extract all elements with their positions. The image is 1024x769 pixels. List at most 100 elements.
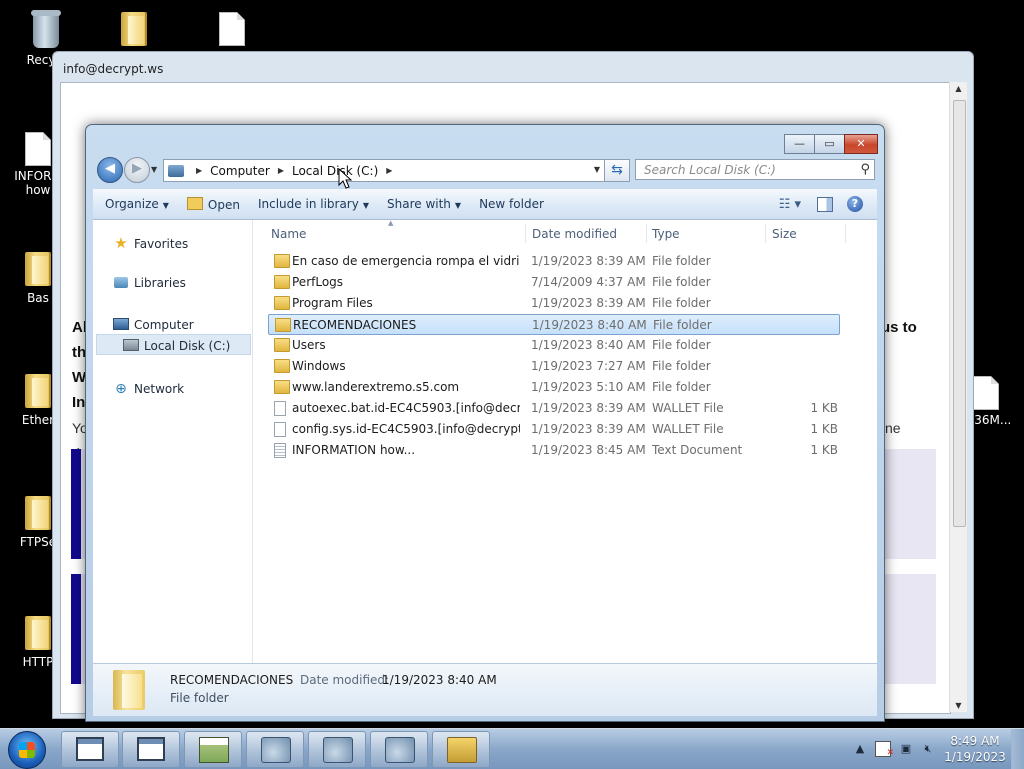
table-row[interactable]: www.landerextremo.s5.com 1/19/2023 5:10 A… [268, 377, 840, 398]
taskbar-app-window[interactable] [61, 731, 119, 768]
open-button[interactable]: Open [186, 196, 240, 212]
back-button[interactable]: ◀ [97, 157, 123, 183]
folder-icon [274, 275, 290, 289]
network-status-icon[interactable]: ▣ [899, 742, 913, 756]
table-row[interactable]: config.sys.id-EC4C5903.[info@decrypt.w..… [268, 419, 840, 440]
column-header-date[interactable]: Date modified [532, 227, 617, 241]
taskbar-app-installer[interactable] [308, 731, 366, 768]
recycle-bin-icon [29, 8, 63, 50]
table-row[interactable]: Users 1/19/2023 8:40 AM File folder [268, 335, 840, 356]
system-tray: ▲ ▣ 🔇︎ 8:49 AM 1/19/2023 [849, 729, 1024, 769]
refresh-button[interactable]: ⇆ [604, 159, 630, 182]
include-in-library-button[interactable]: Include in library ▼ [258, 197, 369, 211]
column-divider[interactable] [646, 224, 647, 243]
column-divider[interactable] [765, 224, 766, 243]
file-type: File folder [652, 380, 711, 394]
table-row[interactable]: autoexec.bat.id-EC4C5903.[info@decrypt..… [268, 398, 840, 419]
start-button[interactable] [8, 731, 46, 769]
clock[interactable]: 8:49 AM 1/19/2023 [939, 733, 1011, 765]
folder-icon [274, 359, 290, 373]
file-type: WALLET File [652, 422, 724, 436]
explorer-window[interactable]: — ▭ ✕ ◀ ▶ ▼ ▶ Computer ▶ Local Disk (C:)… [85, 124, 885, 722]
search-icon[interactable]: ⚲ [860, 162, 870, 177]
details-type: File folder [170, 691, 229, 705]
desktop-icon-folder[interactable] [96, 8, 172, 51]
table-row[interactable]: Program Files 1/19/2023 8:39 AM File folde… [268, 293, 840, 314]
folder-icon [274, 296, 290, 310]
nav-item-local-disk[interactable]: Local Disk (C:) [123, 339, 230, 353]
action-center-icon[interactable] [875, 741, 894, 760]
taskbar-app-explorer[interactable] [432, 731, 490, 768]
column-header-size[interactable]: Size [772, 227, 797, 241]
nav-label: Network [134, 382, 185, 396]
nav-item-libraries[interactable]: Libraries [113, 276, 186, 290]
folder-icon [275, 318, 291, 332]
search-input[interactable]: Search Local Disk (C:) ⚲ [635, 159, 875, 180]
help-icon[interactable]: ? [847, 196, 863, 212]
taskbar: ▲ ▣ 🔇︎ 8:49 AM 1/19/2023 [0, 728, 1024, 769]
forward-button[interactable]: ▶ [124, 157, 150, 183]
table-row[interactable]: RECOMENDACIONES 1/19/2023 8:40 AM File fol… [268, 314, 840, 335]
scrollbar-thumb[interactable] [953, 100, 966, 527]
table-row[interactable]: Windows 1/19/2023 7:27 AM File folder [268, 356, 840, 377]
file-size: 1 KB [810, 443, 838, 457]
file-date: 7/14/2009 4:37 AM [531, 275, 646, 289]
taskbar-app-installer[interactable] [370, 731, 428, 768]
share-label: Share with [387, 197, 451, 211]
recent-pages-dropdown-icon[interactable]: ▼ [151, 165, 157, 174]
maximize-button[interactable]: ▭ [814, 134, 845, 154]
new-folder-button[interactable]: New folder [479, 197, 544, 211]
window-title: info@decrypt.ws [63, 62, 164, 76]
computer-icon [113, 318, 129, 330]
file-type: File folder [652, 359, 711, 373]
refresh-icon: ⇆ [611, 162, 623, 178]
file-date: 1/19/2023 8:39 AM [531, 401, 646, 415]
column-divider[interactable] [845, 224, 846, 243]
chevron-down-icon[interactable]: ▼ [594, 165, 600, 174]
file-name: autoexec.bat.id-EC4C5903.[info@decrypt..… [292, 401, 520, 415]
file-name: INFORMATION how... [292, 443, 416, 457]
table-row[interactable]: En caso de emergencia rompa el vidrio!!!… [268, 251, 840, 272]
breadcrumb-local-disk[interactable]: Local Disk (C:) [292, 164, 378, 178]
network-icon: ⊕ [115, 381, 127, 397]
folder-icon [274, 254, 290, 268]
nav-item-computer[interactable]: Computer [113, 318, 194, 332]
desktop-icon-document[interactable] [194, 12, 270, 49]
minimize-button[interactable]: — [784, 134, 815, 154]
column-header-type[interactable]: Type [652, 227, 680, 241]
show-desktop-button[interactable] [1011, 729, 1024, 769]
document-icon [219, 12, 245, 46]
close-button[interactable]: ✕ [844, 134, 878, 154]
navigation-pane: ★ Favorites Libraries Computer Local Disk… [93, 220, 253, 663]
column-header-name[interactable]: Name [271, 227, 306, 241]
installer-icon [323, 737, 353, 763]
chevron-right-icon[interactable]: ▶ [386, 166, 392, 175]
chevron-right-icon[interactable]: ▶ [278, 166, 284, 175]
taskbar-app-spreadsheet[interactable] [184, 731, 242, 768]
volume-muted-icon[interactable]: 🔇︎ [921, 742, 935, 756]
address-bar[interactable]: ▶ Computer ▶ Local Disk (C:) ▶ ▼ [163, 159, 605, 182]
taskbar-app-installer[interactable] [246, 731, 304, 768]
column-divider[interactable] [525, 224, 526, 243]
nav-label: Favorites [134, 237, 189, 251]
scroll-down-icon[interactable]: ▼ [950, 701, 967, 710]
share-with-button[interactable]: Share with ▼ [387, 197, 461, 211]
nav-item-favorites[interactable]: ★ Favorites [113, 234, 188, 252]
organize-button[interactable]: Organize ▼ [105, 197, 169, 211]
file-type: File folder [652, 296, 711, 310]
show-hidden-icons-icon[interactable]: ▲ [853, 742, 867, 756]
nav-item-network[interactable]: ⊕ Network [113, 381, 184, 397]
vertical-scrollbar[interactable]: ▲ ▼ [949, 82, 967, 712]
spreadsheet-icon [199, 737, 229, 763]
table-row[interactable]: INFORMATION how... 1/19/2023 8:45 AM Text … [268, 440, 840, 461]
change-view-icon[interactable]: ☷ ▾ [779, 197, 801, 212]
breadcrumb-computer[interactable]: Computer [210, 164, 270, 178]
table-row[interactable]: PerfLogs 7/14/2009 4:37 AM File folder [268, 272, 840, 293]
preview-pane-icon[interactable] [817, 196, 833, 212]
scroll-up-icon[interactable]: ▲ [950, 84, 967, 93]
chevron-down-icon: ▼ [362, 201, 369, 210]
installer-icon [261, 737, 291, 763]
chevron-right-icon[interactable]: ▶ [196, 166, 202, 175]
file-type: File folder [652, 338, 711, 352]
taskbar-app-window[interactable] [122, 731, 180, 768]
